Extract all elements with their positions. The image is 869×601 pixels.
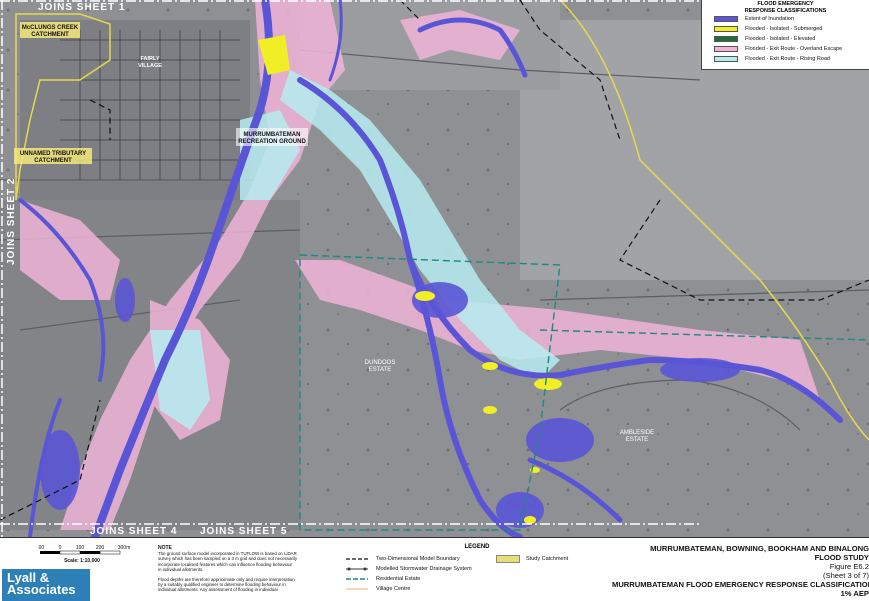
svg-text:ESTATE: ESTATE (369, 367, 391, 373)
fairly-village-label: FAIRLY VILLAGE (138, 56, 162, 69)
legend-swatch (714, 36, 738, 42)
notes-block: NOTE The ground surface model incorporat… (158, 545, 340, 593)
legend2-symbol (346, 585, 370, 593)
svg-text:MURRUMBATEMAN: MURRUMBATEMAN (244, 132, 301, 138)
dundoos-estate-label: DUNDOOS ESTATE (365, 360, 396, 373)
legend-item: Flooded - Isolated - Submerged (714, 24, 869, 34)
legend-label: Flooded - Exit Route - Overland Escape (745, 46, 843, 52)
legend2-item: Residential Estate (346, 574, 496, 584)
svg-text:DUNDOOS: DUNDOOS (365, 360, 396, 366)
legend-label: Extent of Inundation (745, 16, 794, 22)
legend2-study-catchment: Study Catchment (496, 554, 606, 564)
joins-sheet-bottom-right: JOINS SHEET 5 (200, 526, 287, 537)
legend-item: Flooded - Exit Route - Rising Road (714, 54, 869, 64)
flood-classification-legend: FLOOD EMERGENCY RESPONSE CLASSIFICATIONS… (701, 0, 869, 70)
svg-text:AMBLESIDE: AMBLESIDE (620, 430, 654, 436)
legend2-symbol (346, 555, 370, 563)
company-logo: Lyall & Associates (2, 569, 90, 601)
scale-tick: 0 (59, 545, 62, 551)
svg-text:RECREATION GROUND: RECREATION GROUND (238, 139, 306, 145)
title-line4: (Sheet 3 of 7) (822, 571, 869, 580)
joins-sheet-top: JOINS SHEET 1 (38, 2, 125, 13)
recreation-ground-label: MURRUMBATEMAN RECREATION GROUND (236, 128, 308, 146)
legend-label: Flooded - Exit Route - Rising Road (745, 56, 830, 62)
scale-text: Scale: 1:10,000 (64, 558, 100, 564)
svg-text:VILLAGE: VILLAGE (138, 63, 162, 69)
legend-swatch (714, 56, 738, 62)
title-line2: FLOOD STUDY (814, 553, 869, 562)
title-line5: MURRUMBATEMAN FLOOD EMERGENCY RESPONSE C… (612, 580, 869, 589)
legend-label: Flooded - Isolated - Submerged (745, 26, 823, 32)
legend-item: Flooded - Exit Route - Overland Escape (714, 44, 869, 54)
svg-text:McCLUNGS CREEK: McCLUNGS CREEK (22, 25, 79, 31)
legend2-study-label: Study Catchment (526, 556, 569, 562)
legend-item: Extent of Inundation (714, 14, 869, 24)
legend-label: Flooded - Isolated - Elevated (745, 36, 816, 42)
map-legend: LEGEND Two-Dimensional Model Boundary Mod… (346, 544, 608, 594)
unnamed-tributary-label: UNNAMED TRIBUTARY CATCHMENT (14, 148, 92, 164)
legend2-symbol (346, 575, 370, 583)
legend2-item: Two-Dimensional Model Boundary (346, 554, 496, 564)
svg-text:FAIRLY: FAIRLY (140, 56, 159, 62)
title-line6: 1% AEP (840, 589, 869, 598)
title-line3: Figure E6.2 (829, 562, 869, 571)
mcclungs-label: McCLUNGS CREEK CATCHMENT (20, 22, 80, 38)
legend-swatch (714, 46, 738, 52)
legend-item: Flooded - Isolated - Elevated (714, 34, 869, 44)
legend2-item: Village Centre (346, 584, 496, 594)
legend2-label: Residential Estate (376, 576, 421, 582)
legend2-title: LEGEND (464, 544, 490, 550)
svg-text:CATCHMENT: CATCHMENT (34, 158, 72, 164)
scale-bar: 100 0 100 200 300m Scale: 1:10,000 (38, 545, 131, 564)
title-block: MURRUMBATEMAN, BOWNING, BOOKHAM AND BINA… (612, 544, 869, 598)
legend2-label: Village Centre (376, 586, 411, 592)
info-panel: 100 0 100 200 300m Scale: 1:10,000 Lyall… (0, 537, 869, 601)
scale-tick: 200 (96, 545, 105, 551)
legend2-item: Modelled Stormwater Drainage System (346, 564, 496, 574)
town-area (20, 20, 250, 200)
svg-text:UNNAMED TRIBUTARY: UNNAMED TRIBUTARY (20, 151, 86, 157)
legend-title-line1: FLOOD EMERGENCY (757, 1, 814, 7)
scale-tick: 300m (118, 545, 131, 551)
legend2-label: Two-Dimensional Model Boundary (376, 556, 460, 562)
joins-sheet-left: JOINS SHEET 2 (6, 178, 17, 265)
legend2-symbol (346, 565, 370, 573)
scale-tick: 100 (76, 545, 85, 551)
scale-tick: 100 (38, 545, 44, 551)
legend-swatch (714, 16, 738, 22)
joins-sheet-bottom-left: JOINS SHEET 4 (90, 526, 177, 537)
flood-map[interactable]: JOINS SHEET 1 JOINS SHEET 4 JOINS SHEET … (0, 0, 869, 537)
note-line: individual allotments. Any assessment of… (158, 587, 278, 593)
svg-text:CATCHMENT: CATCHMENT (31, 32, 69, 38)
legend-swatch (714, 26, 738, 32)
legend2-label: Modelled Stormwater Drainage System (376, 566, 472, 572)
logo-line2: Associates (7, 582, 76, 597)
svg-text:ESTATE: ESTATE (626, 437, 648, 443)
title-line1: MURRUMBATEMAN, BOWNING, BOOKHAM AND BINA… (650, 544, 869, 553)
